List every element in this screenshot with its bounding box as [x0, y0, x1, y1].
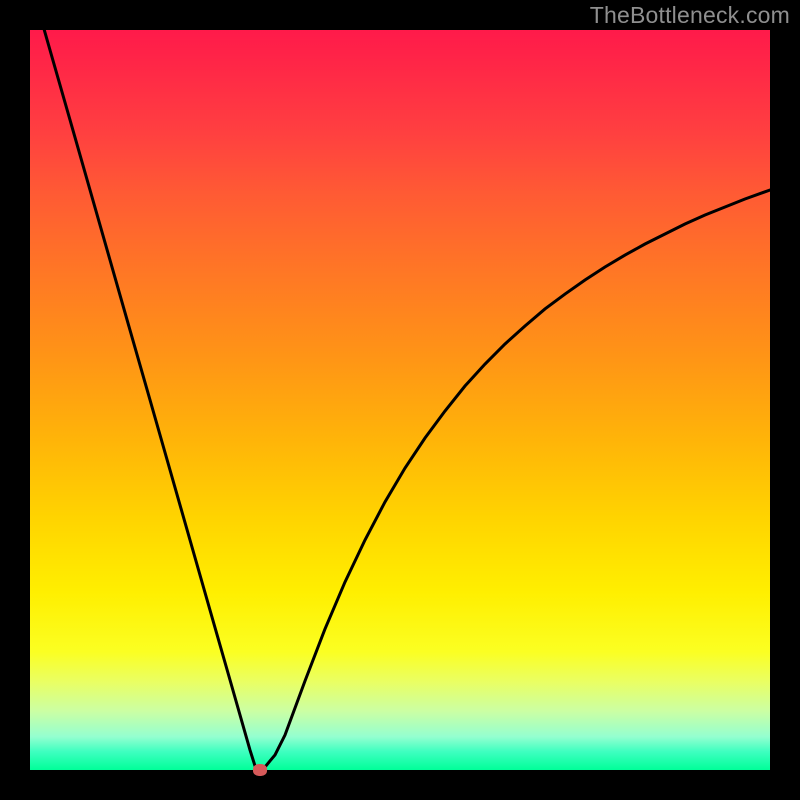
watermark-text: TheBottleneck.com	[590, 2, 790, 29]
minimum-marker	[253, 764, 267, 776]
plot-area	[30, 30, 770, 770]
chart-frame: TheBottleneck.com	[0, 0, 800, 800]
curve-path	[30, 30, 770, 770]
bottleneck-curve	[30, 30, 770, 770]
